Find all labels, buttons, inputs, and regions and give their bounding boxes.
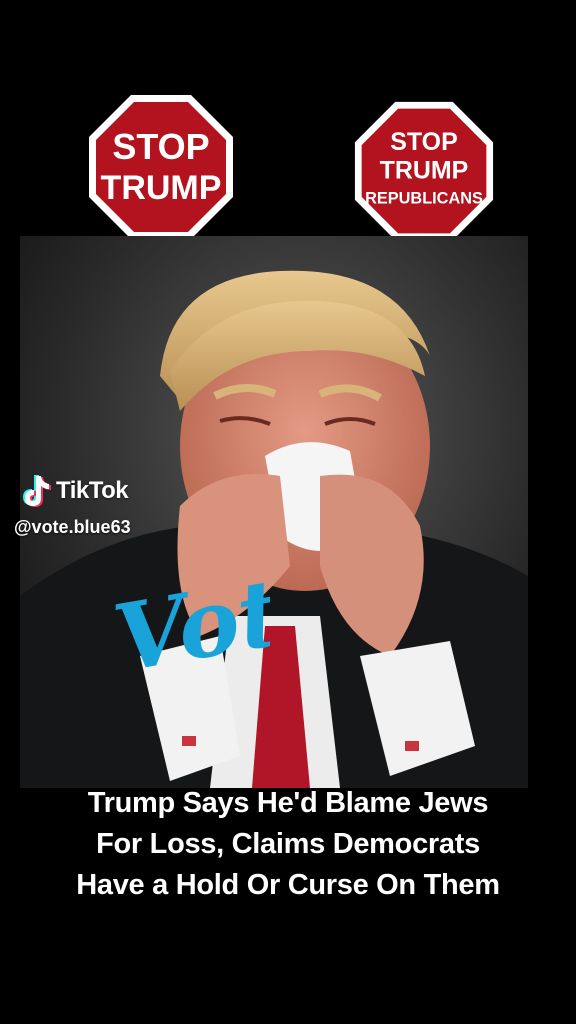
caption-line-1: Trump Says He'd Blame Jews bbox=[87, 787, 489, 819]
vote-overlay: Vote bbox=[115, 550, 270, 690]
caption-line-3: Have a Hold Or Curse On Them bbox=[76, 869, 500, 901]
video-caption: Trump Says He'd Blame Jews For Loss, Cla… bbox=[0, 783, 576, 906]
stop-trump-republicans-sign: STOP TRUMP REPUBLICANS bbox=[353, 100, 495, 242]
vote-word: Vote bbox=[115, 550, 270, 690]
main-photo bbox=[20, 236, 528, 788]
stop-sign-line3: REPUBLICANS bbox=[365, 190, 483, 208]
stop-trump-sign: STOP TRUMP bbox=[87, 93, 235, 241]
creator-handle: @vote.blue63 bbox=[14, 517, 131, 537]
stop-sign-line1: STOP bbox=[390, 128, 457, 156]
stop-sign-line2: TRUMP bbox=[101, 169, 222, 207]
stop-sign-line1: STOP bbox=[112, 126, 209, 167]
tiktok-brand-label: TikTok bbox=[56, 477, 129, 504]
stop-sign-line2: TRUMP bbox=[380, 157, 469, 185]
tiktok-watermark: TikTok bbox=[18, 472, 129, 510]
caption-line-2: For Loss, Claims Democrats bbox=[96, 828, 480, 860]
tiktok-logo-icon bbox=[23, 475, 51, 507]
